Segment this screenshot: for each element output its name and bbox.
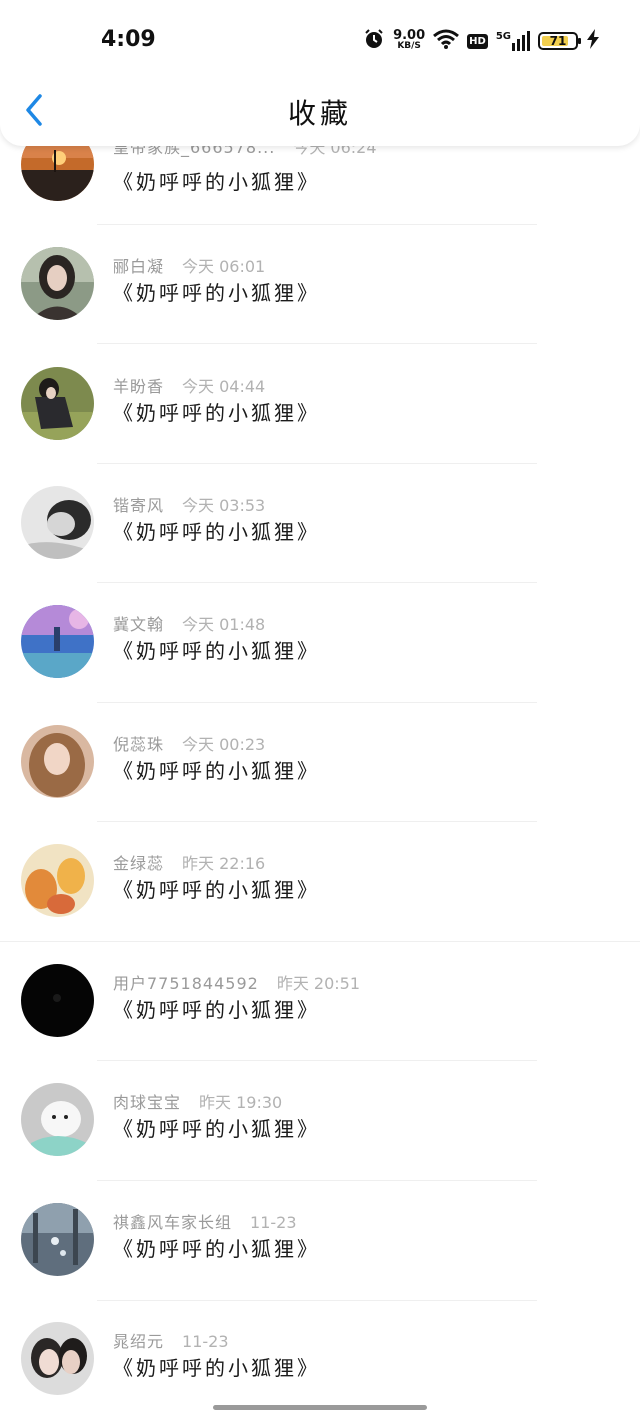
battery-nub	[578, 38, 581, 44]
divider	[97, 1060, 537, 1061]
item-title[interactable]: 《奶呼呼的小狐狸》	[113, 1352, 320, 1381]
divider	[97, 1180, 537, 1181]
list-item[interactable]: 祺鑫风车家长组 11-23 《奶呼呼的小狐狸》	[0, 1203, 640, 1323]
page-title: 收藏	[287, 97, 352, 130]
hd-badge: HD	[467, 33, 488, 49]
item-meta: 祺鑫风车家长组 11-23	[113, 1209, 297, 1233]
item-title[interactable]: 《奶呼呼的小狐狸》	[113, 994, 320, 1023]
list-item[interactable]: 金绿蕊 昨天 22:16 《奶呼呼的小狐狸》	[0, 844, 640, 964]
divider	[97, 1300, 537, 1301]
favorites-list: 皇帝家族_666578... 今天 06:24 《奶呼呼的小狐狸》 郦白凝 今天 0…	[0, 0, 640, 1422]
list-item[interactable]: 肉球宝宝 昨天 19:30 《奶呼呼的小狐狸》	[0, 1083, 640, 1203]
list-item[interactable]: 冀文翰 今天 01:48 《奶呼呼的小狐狸》	[0, 605, 640, 725]
top-bar: 4:09 9.00 KB/S HD 5G 71 收藏	[0, 0, 640, 146]
status-icons: 9.00 KB/S HD 5G 71	[363, 26, 600, 56]
avatar[interactable]	[21, 725, 94, 798]
avatar[interactable]	[21, 367, 94, 440]
item-meta: 肉球宝宝 昨天 19:30	[113, 1089, 282, 1113]
timestamp: 今天 00:23	[182, 735, 266, 754]
item-meta: 羊盼香 今天 04:44	[113, 373, 265, 397]
home-indicator[interactable]	[213, 1405, 427, 1410]
username[interactable]: 锴寄风	[113, 496, 164, 515]
network-speed-value: 9.00	[393, 28, 426, 43]
divider	[97, 702, 537, 703]
item-meta: 郦白凝 今天 06:01	[113, 253, 265, 277]
list-item[interactable]: 用户7751844592 昨天 20:51 《奶呼呼的小狐狸》	[0, 964, 640, 1084]
divider	[97, 582, 537, 583]
divider	[97, 463, 537, 464]
divider	[97, 821, 537, 822]
username[interactable]: 金绿蕊	[113, 854, 164, 873]
item-meta: 冀文翰 今天 01:48	[113, 611, 265, 635]
item-meta: 锴寄风 今天 03:53	[113, 492, 265, 516]
timestamp: 昨天 19:30	[199, 1093, 283, 1112]
list-item[interactable]: 皇帝家族_666578... 今天 06:24 《奶呼呼的小狐狸》	[0, 128, 640, 248]
item-title[interactable]: 《奶呼呼的小狐狸》	[113, 277, 320, 306]
item-title[interactable]: 《奶呼呼的小狐狸》	[113, 635, 320, 664]
divider	[97, 343, 537, 344]
avatar[interactable]	[21, 1203, 94, 1276]
network-speed: 9.00 KB/S	[393, 28, 426, 52]
list-item[interactable]: 羊盼香 今天 04:44 《奶呼呼的小狐狸》	[0, 367, 640, 487]
item-title[interactable]: 《奶呼呼的小狐狸》	[113, 166, 320, 195]
item-title[interactable]: 《奶呼呼的小狐狸》	[113, 1233, 320, 1262]
timestamp: 11-23	[182, 1332, 229, 1351]
avatar[interactable]	[21, 1322, 94, 1395]
avatar[interactable]	[21, 247, 94, 320]
item-title[interactable]: 《奶呼呼的小狐狸》	[113, 874, 320, 903]
avatar[interactable]	[21, 605, 94, 678]
wifi-icon	[433, 29, 460, 53]
alarm-icon	[363, 28, 385, 54]
username[interactable]: 冀文翰	[113, 615, 164, 634]
battery-indicator: 71	[538, 32, 581, 50]
timestamp: 昨天 22:16	[182, 854, 266, 873]
username[interactable]: 用户7751844592	[113, 974, 259, 993]
item-title[interactable]: 《奶呼呼的小狐狸》	[113, 755, 320, 784]
item-title[interactable]: 《奶呼呼的小狐狸》	[113, 1113, 320, 1142]
avatar[interactable]	[21, 844, 94, 917]
avatar[interactable]	[21, 964, 94, 1037]
timestamp: 今天 06:01	[182, 257, 266, 276]
list-item[interactable]: 锴寄风 今天 03:53 《奶呼呼的小狐狸》	[0, 486, 640, 606]
status-time: 4:09	[101, 27, 156, 52]
signal-label: 5G	[495, 31, 511, 42]
item-title[interactable]: 《奶呼呼的小狐狸》	[113, 397, 320, 426]
timestamp: 今天 04:44	[182, 377, 266, 396]
item-meta: 倪蕊珠 今天 00:23	[113, 731, 265, 755]
timestamp: 昨天 20:51	[276, 974, 361, 993]
network-speed-unit: KB/S	[397, 41, 421, 51]
item-meta: 晁绍元 11-23	[113, 1328, 229, 1352]
signal-icon: 5G	[496, 31, 530, 51]
avatar[interactable]	[21, 1083, 94, 1156]
item-meta: 用户7751844592 昨天 20:51	[113, 970, 360, 994]
username[interactable]: 羊盼香	[113, 377, 164, 396]
battery-level: 71	[549, 34, 567, 48]
list-item[interactable]: 倪蕊珠 今天 00:23 《奶呼呼的小狐狸》	[0, 725, 640, 845]
item-title[interactable]: 《奶呼呼的小狐狸》	[113, 516, 320, 545]
avatar[interactable]	[21, 486, 94, 559]
item-meta: 金绿蕊 昨天 22:16	[113, 850, 265, 874]
username[interactable]: 倪蕊珠	[113, 735, 164, 754]
charging-icon	[586, 29, 600, 53]
timestamp: 今天 03:53	[182, 496, 266, 515]
username[interactable]: 肉球宝宝	[113, 1093, 181, 1112]
divider	[0, 941, 640, 942]
timestamp: 11-23	[250, 1213, 297, 1232]
username[interactable]: 郦白凝	[113, 257, 164, 276]
list-item[interactable]: 郦白凝 今天 06:01 《奶呼呼的小狐狸》	[0, 247, 640, 367]
divider	[97, 224, 537, 225]
username[interactable]: 祺鑫风车家长组	[113, 1213, 232, 1232]
timestamp: 今天 01:48	[182, 615, 266, 634]
username[interactable]: 晁绍元	[113, 1332, 164, 1351]
